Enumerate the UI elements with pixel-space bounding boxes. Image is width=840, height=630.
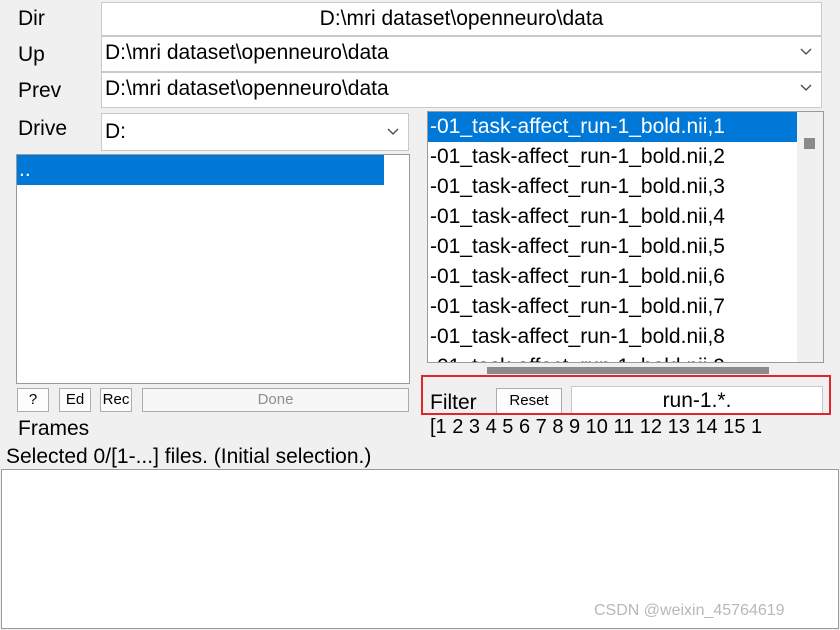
- chevron-down-icon: [387, 128, 399, 135]
- frames-label: Frames: [18, 417, 90, 440]
- dir-field[interactable]: D:\mri dataset\openneuro\data: [101, 2, 822, 36]
- file-list-vscrollbar[interactable]: [797, 112, 823, 362]
- directory-list[interactable]: ..: [16, 154, 410, 384]
- prev-label: Prev: [18, 79, 62, 102]
- frames-input[interactable]: [1 2 3 4 5 6 7 8 9 10 11 12 13 14 15 1: [430, 414, 824, 440]
- status-text: Selected 0/[1-...] files. (Initial selec…: [6, 445, 372, 468]
- file-list-item[interactable]: -01_task-affect_run-1_bold.nii,4: [428, 202, 797, 232]
- drive-dropdown[interactable]: D:: [101, 113, 409, 151]
- file-list-item[interactable]: -01_task-affect_run-1_bold.nii,1: [428, 112, 797, 142]
- edit-button[interactable]: Ed: [59, 388, 91, 412]
- up-dropdown[interactable]: D:\mri dataset\openneuro\data: [101, 36, 822, 72]
- prev-dropdown[interactable]: D:\mri dataset\openneuro\data: [101, 72, 822, 108]
- dir-label: Dir: [18, 7, 45, 30]
- done-button[interactable]: Done: [142, 388, 409, 412]
- recursive-button[interactable]: Rec: [100, 388, 132, 412]
- prev-dropdown-value: D:\mri dataset\openneuro\data: [105, 77, 389, 100]
- vscroll-thumb[interactable]: [804, 138, 815, 149]
- file-list-item[interactable]: -01_task-affect_run-1_bold.nii,5: [428, 232, 797, 262]
- file-list-item[interactable]: -01_task-affect_run-1_bold.nii,8: [428, 322, 797, 352]
- up-label: Up: [18, 43, 45, 66]
- file-list-item[interactable]: -01_task-affect_run-1_bold.nii,7: [428, 292, 797, 322]
- watermark-text: CSDN @weixin_45764619: [594, 602, 785, 619]
- up-dropdown-value: D:\mri dataset\openneuro\data: [105, 41, 389, 64]
- file-list-item[interactable]: -01_task-affect_run-1_bold.nii,2: [428, 142, 797, 172]
- file-list[interactable]: -01_task-affect_run-1_bold.nii,1 -01_task…: [427, 111, 824, 363]
- hscroll-thumb[interactable]: [487, 367, 769, 374]
- file-list-item[interactable]: -01_task-affect_run-1_bold.nii,9: [428, 352, 797, 362]
- help-button[interactable]: ?: [17, 388, 49, 412]
- file-list-item[interactable]: -01_task-affect_run-1_bold.nii,3: [428, 172, 797, 202]
- chevron-down-icon: [800, 48, 812, 55]
- file-list-item[interactable]: -01_task-affect_run-1_bold.nii,6: [428, 262, 797, 292]
- drive-label: Drive: [18, 117, 68, 140]
- drive-dropdown-value: D:: [105, 120, 126, 143]
- chevron-down-icon: [800, 84, 812, 91]
- directory-list-item[interactable]: ..: [17, 155, 384, 185]
- filter-highlight-box: [421, 375, 831, 415]
